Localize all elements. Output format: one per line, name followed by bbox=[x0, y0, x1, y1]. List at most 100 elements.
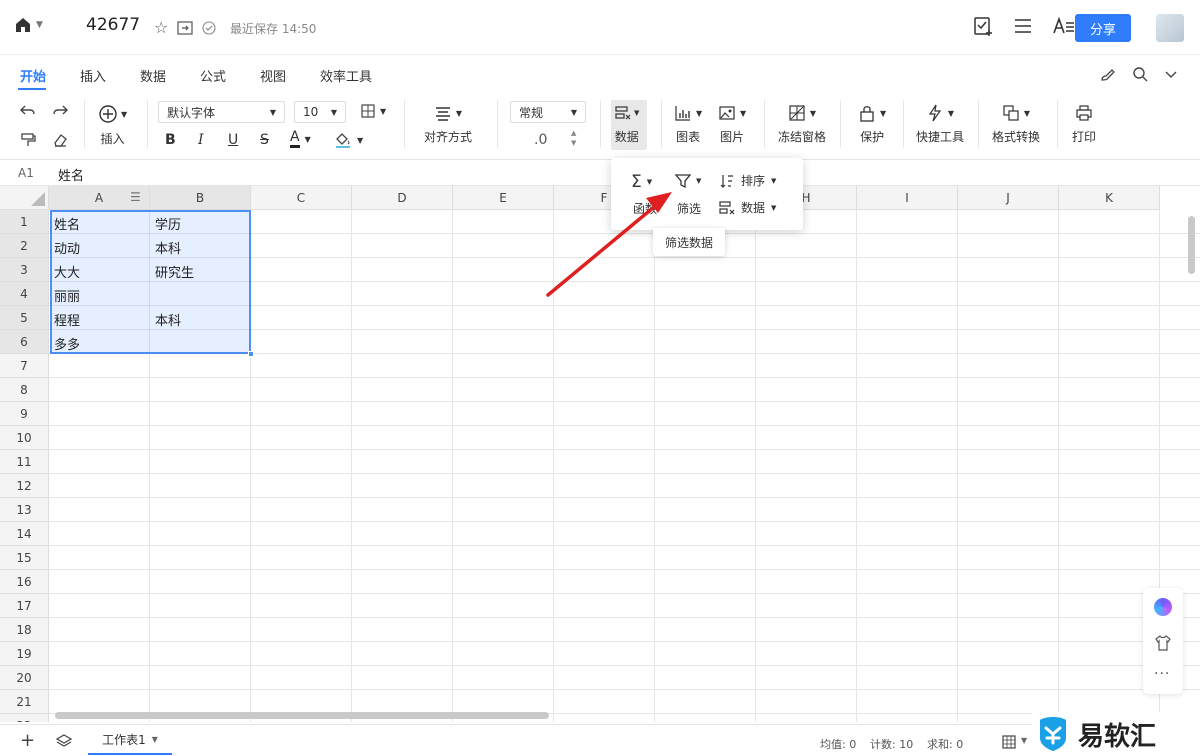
view-mode-icon[interactable] bbox=[1002, 735, 1016, 749]
chart-button[interactable]: ▼ 图表 bbox=[674, 104, 702, 145]
sort-button[interactable]: 排序 ▼ bbox=[719, 172, 776, 189]
insert-button[interactable]: ▼ 插入 bbox=[98, 104, 127, 147]
fill-handle[interactable] bbox=[248, 351, 254, 357]
cell-b2[interactable]: 本科 bbox=[155, 238, 181, 257]
italic-button[interactable]: I bbox=[198, 132, 204, 148]
cell-b5[interactable]: 本科 bbox=[155, 310, 181, 329]
column-header-k[interactable]: K bbox=[1059, 186, 1160, 210]
row-header-21[interactable]: 21 bbox=[0, 690, 49, 714]
text-format-icon[interactable] bbox=[1052, 15, 1076, 37]
underline-button[interactable]: U bbox=[228, 132, 238, 148]
tab-efficiency-tools[interactable]: 效率工具 bbox=[320, 66, 372, 85]
row-header-22[interactable]: 22 bbox=[0, 714, 49, 722]
skin-shirt-icon[interactable] bbox=[1154, 634, 1172, 652]
column-header-i[interactable]: I bbox=[857, 186, 958, 210]
layers-icon[interactable] bbox=[56, 733, 72, 749]
row-header-6[interactable]: 6 bbox=[0, 330, 49, 354]
cell-a6[interactable]: 多多 bbox=[54, 334, 80, 353]
tab-insert[interactable]: 插入 bbox=[80, 66, 106, 85]
row-header-15[interactable]: 15 bbox=[0, 546, 49, 570]
task-add-icon[interactable] bbox=[972, 15, 994, 37]
cell-b3[interactable]: 研究生 bbox=[155, 262, 194, 281]
cell-reference[interactable]: A1 bbox=[18, 166, 34, 180]
column-header-b[interactable]: B bbox=[150, 186, 251, 210]
function-button[interactable]: Σ ▼ bbox=[631, 172, 652, 192]
row-header-17[interactable]: 17 bbox=[0, 594, 49, 618]
ai-assistant-icon[interactable] bbox=[1154, 598, 1172, 616]
row-header-11[interactable]: 11 bbox=[0, 450, 49, 474]
tab-view[interactable]: 视图 bbox=[260, 66, 286, 85]
print-button[interactable]: 打印 bbox=[1072, 104, 1096, 145]
fill-color-button[interactable]: ▼ bbox=[334, 131, 363, 149]
avatar[interactable] bbox=[1156, 14, 1184, 42]
format-painter-icon[interactable] bbox=[20, 132, 36, 148]
search-icon[interactable] bbox=[1132, 66, 1148, 82]
row-header-1[interactable]: 1 bbox=[0, 210, 49, 234]
border-button[interactable]: ▼ bbox=[360, 103, 386, 119]
column-header-c[interactable]: C bbox=[251, 186, 352, 210]
add-sheet-icon[interactable]: + bbox=[20, 730, 35, 751]
font-family-select[interactable]: 默认字体 ▼ bbox=[158, 101, 285, 123]
row-header-4[interactable]: 4 bbox=[0, 282, 49, 306]
redo-icon[interactable] bbox=[52, 104, 68, 118]
freeze-panes-button[interactable]: ▼ 冻结窗格 bbox=[778, 104, 826, 145]
row-header-12[interactable]: 12 bbox=[0, 474, 49, 498]
row-header-8[interactable]: 8 bbox=[0, 378, 49, 402]
number-format-select[interactable]: 常规 ▼ bbox=[510, 101, 586, 123]
font-size-select[interactable]: 10 ▼ bbox=[294, 101, 346, 123]
decimal-button[interactable]: .0 bbox=[534, 132, 547, 148]
select-all-corner[interactable] bbox=[0, 186, 49, 210]
cell-b1[interactable]: 学历 bbox=[155, 214, 181, 233]
image-button[interactable]: ▼ 图片 bbox=[718, 104, 746, 145]
menu-icon[interactable] bbox=[1012, 15, 1034, 37]
row-header-14[interactable]: 14 bbox=[0, 522, 49, 546]
share-button[interactable]: 分享 bbox=[1075, 14, 1131, 42]
align-button[interactable]: ▼ 对齐方式 bbox=[424, 104, 472, 145]
cell-a1[interactable]: 姓名 bbox=[54, 214, 80, 233]
font-color-button[interactable]: A ▼ bbox=[290, 130, 311, 148]
row-header-7[interactable]: 7 bbox=[0, 354, 49, 378]
row-header-13[interactable]: 13 bbox=[0, 498, 49, 522]
cell-a3[interactable]: 大大 bbox=[54, 262, 80, 281]
data-button[interactable]: ▼ 数据 bbox=[614, 104, 639, 145]
column-header-j[interactable]: J bbox=[958, 186, 1059, 210]
move-to-folder-icon[interactable] bbox=[177, 20, 193, 35]
star-icon[interactable]: ☆ bbox=[154, 18, 168, 37]
row-header-19[interactable]: 19 bbox=[0, 642, 49, 666]
horizontal-scrollbar[interactable] bbox=[55, 712, 549, 719]
decimal-stepper[interactable]: ▲ ▼ bbox=[571, 128, 576, 148]
column-filter-icon[interactable]: ☰ bbox=[130, 190, 141, 204]
spreadsheet-grid[interactable]: ABCDEFGHIJK☰1234567891011121314151617181… bbox=[0, 186, 1200, 722]
brush-icon[interactable] bbox=[1098, 66, 1116, 82]
cell-a2[interactable]: 动动 bbox=[54, 238, 80, 257]
row-header-5[interactable]: 5 bbox=[0, 306, 49, 330]
row-header-9[interactable]: 9 bbox=[0, 402, 49, 426]
data-tools-button[interactable]: 数据 ▼ bbox=[719, 199, 776, 216]
eraser-icon[interactable] bbox=[52, 132, 68, 148]
filter-button[interactable]: ▼ bbox=[675, 173, 701, 189]
quick-tools-button[interactable]: ▼ 快捷工具 bbox=[916, 104, 964, 145]
vertical-scrollbar[interactable] bbox=[1188, 216, 1195, 274]
document-title[interactable]: 42677 bbox=[86, 15, 140, 35]
undo-icon[interactable] bbox=[20, 104, 36, 118]
sheet-tab[interactable]: 工作表1 ▼ bbox=[88, 725, 172, 755]
column-header-d[interactable]: D bbox=[352, 186, 453, 210]
row-header-2[interactable]: 2 bbox=[0, 234, 49, 258]
more-icon[interactable]: ··· bbox=[1154, 666, 1170, 682]
column-header-e[interactable]: E bbox=[453, 186, 554, 210]
format-convert-button[interactable]: ▼ 格式转换 bbox=[992, 104, 1040, 145]
row-header-18[interactable]: 18 bbox=[0, 618, 49, 642]
formula-input[interactable]: 姓名 bbox=[58, 165, 84, 184]
chevron-down-icon[interactable]: ▼ bbox=[1021, 736, 1027, 745]
home-button[interactable]: ▼ bbox=[14, 16, 43, 34]
collapse-ribbon-icon[interactable] bbox=[1164, 67, 1178, 81]
tab-data[interactable]: 数据 bbox=[140, 66, 166, 85]
bold-button[interactable]: B bbox=[165, 132, 176, 148]
cell-a5[interactable]: 程程 bbox=[54, 310, 80, 329]
row-header-20[interactable]: 20 bbox=[0, 666, 49, 690]
row-header-3[interactable]: 3 bbox=[0, 258, 49, 282]
tab-formula[interactable]: 公式 bbox=[200, 66, 226, 85]
cell-a4[interactable]: 丽丽 bbox=[54, 286, 80, 305]
row-header-10[interactable]: 10 bbox=[0, 426, 49, 450]
protect-button[interactable]: ▼ 保护 bbox=[858, 104, 886, 145]
